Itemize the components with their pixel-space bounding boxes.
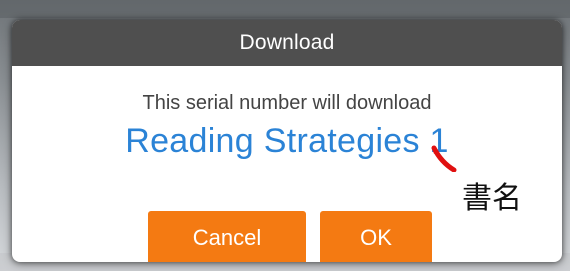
background-page-strip (0, 0, 570, 18)
cancel-button[interactable]: Cancel (148, 211, 306, 262)
red-arrow-annotation-icon (431, 145, 457, 172)
dialog-header: Download (12, 20, 562, 66)
dialog-body: This serial number will download Reading… (12, 66, 562, 262)
dialog-title: Download (239, 31, 335, 54)
download-dialog: Download This serial number will downloa… (12, 20, 562, 262)
download-message: This serial number will download (142, 92, 432, 114)
annotation-label: 書名 (462, 181, 522, 216)
book-title: Reading Strategies 1 (125, 122, 449, 160)
screenshot-stage: Download This serial number will downloa… (0, 0, 570, 271)
ok-button[interactable]: OK (320, 211, 432, 262)
